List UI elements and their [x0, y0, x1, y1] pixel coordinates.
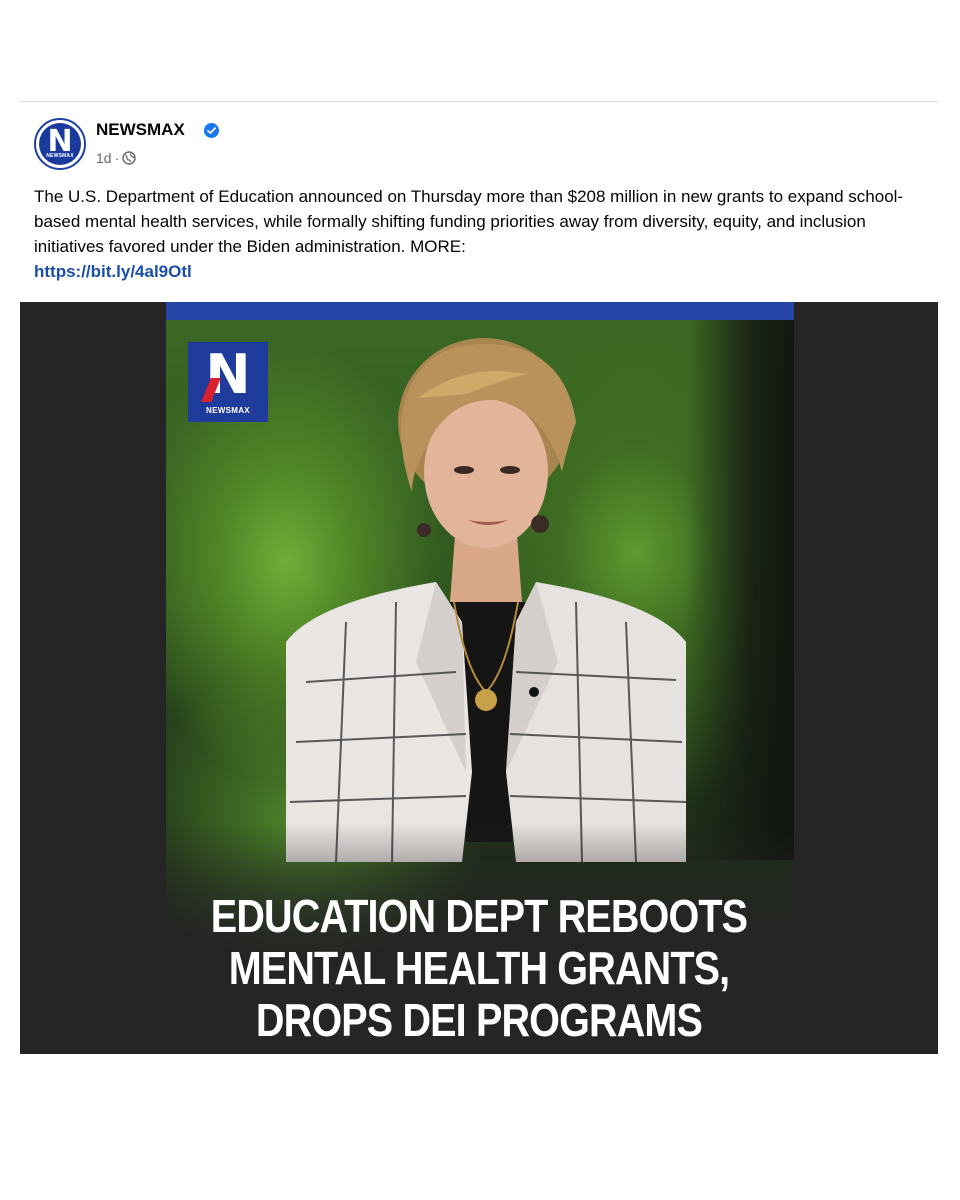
- post-timestamp[interactable]: 1d: [96, 150, 112, 166]
- avatar-wordmark: NEWSMAX: [46, 153, 74, 159]
- page-avatar[interactable]: N NEWSMAX: [34, 118, 86, 170]
- meta-separator: ·: [114, 150, 120, 166]
- image-headline: EDUCATION DEPT REBOOTS MENTAL HEALTH GRA…: [84, 890, 873, 1046]
- logo-wordmark: NEWSMAX: [206, 406, 250, 415]
- post-meta: 1d ·: [96, 150, 136, 166]
- caption-link[interactable]: https://bit.ly/4al9Otl: [34, 259, 914, 284]
- headline-line: MENTAL HEALTH GRANTS,: [228, 942, 730, 994]
- newsmax-logo: N NEWSMAX: [188, 342, 268, 422]
- caption-text: The U.S. Department of Education announc…: [34, 187, 904, 256]
- top-divider: [20, 101, 938, 102]
- headline-line: EDUCATION DEPT REBOOTS: [210, 890, 748, 942]
- logo-letter: N: [205, 343, 251, 406]
- post-image[interactable]: N NEWSMAX EDUCATION DEPT REBOOTS MENTAL …: [20, 302, 938, 1054]
- page-name-link[interactable]: NEWSMAX: [96, 120, 185, 140]
- post-header: N NEWSMAX NEWSMAX 1d ·: [34, 118, 634, 174]
- headline-line: DROPS DEI PROGRAMS: [255, 994, 703, 1046]
- verified-badge-icon: [204, 123, 219, 138]
- avatar-logo: N NEWSMAX: [39, 123, 81, 165]
- globe-icon[interactable]: [122, 151, 136, 165]
- post-caption: The U.S. Department of Education announc…: [34, 184, 914, 284]
